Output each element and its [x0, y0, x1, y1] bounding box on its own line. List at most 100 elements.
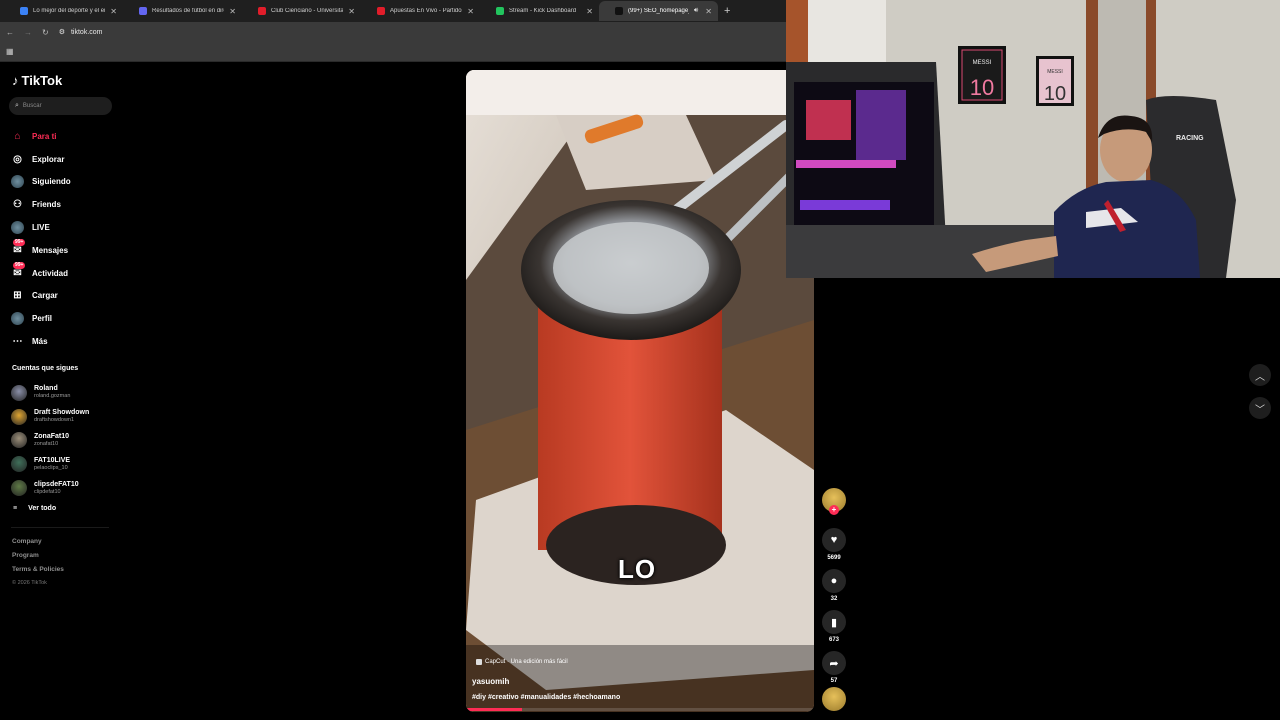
music-disc-avatar[interactable] [822, 687, 846, 711]
sidebar-item-label: Siguiendo [32, 177, 71, 187]
video-progress-fill [466, 708, 522, 711]
home-icon: ⌂ [14, 130, 21, 142]
close-tab-icon[interactable]: ✕ [229, 7, 236, 16]
footer-link-company[interactable]: Company [12, 538, 64, 552]
sidebar-item-cargar[interactable]: ⊞ Cargar [11, 285, 71, 308]
footer-link-terms[interactable]: Terms & Policies [12, 566, 64, 580]
avatar [11, 408, 27, 425]
account-handle: roland.gozman [34, 393, 71, 400]
forward-icon[interactable]: → [24, 28, 32, 37]
compass-icon: ◎ [13, 153, 22, 165]
creator-avatar[interactable]: + [822, 488, 846, 515]
tab-favicon-icon [20, 7, 28, 15]
sidebar-item-perfil[interactable]: Perfil [11, 307, 71, 330]
avatar [11, 384, 27, 401]
url-field[interactable]: ⚙ tiktok.com [59, 28, 103, 37]
account-handle: draftshowdown1 [34, 417, 75, 424]
jersey-2-name: MESSI [1047, 69, 1063, 75]
close-tab-icon[interactable]: ✕ [467, 7, 474, 16]
video-author[interactable]: yasuomih [472, 677, 509, 686]
browser-tab[interactable]: Lo mejor del deporte y el entret ✕ [4, 1, 123, 21]
sidebar-item-mensajes[interactable]: ✉ 99+ Mensajes [11, 238, 71, 262]
following-account[interactable]: clipsdeFAT10 clipdefat10 [11, 476, 89, 500]
sidebar-item-friends[interactable]: ⚇ Friends [11, 193, 71, 216]
footer-link-program[interactable]: Program [12, 552, 64, 566]
tab-favicon-icon [139, 7, 147, 15]
capcut-label[interactable]: CapCut · Una edición más fácil [476, 659, 568, 665]
notification-badge: 99+ [13, 261, 26, 269]
share-button[interactable]: ➦ [822, 651, 846, 675]
upload-icon: ⊞ [13, 290, 22, 302]
browser-tab[interactable]: Stream - Kick Dashboard ✕ [480, 1, 599, 21]
sidebar-item-label: Cargar [32, 291, 58, 301]
reload-icon[interactable]: ↻ [42, 28, 49, 37]
caption-overlay-text: LO [618, 554, 657, 584]
browser-tab[interactable]: Club Cienciano - Universitario de ✕ [242, 1, 361, 21]
account-name: clipsdeFAT10 [34, 480, 79, 488]
speaker-icon[interactable]: 🔊︎ [694, 7, 698, 15]
browser-tab[interactable]: Apuestas En Vivo - Partidos de ✕ [361, 1, 480, 21]
close-tab-icon[interactable]: ✕ [705, 7, 712, 16]
sidebar-item-siguiendo[interactable]: Siguiendo [11, 171, 71, 194]
browser-tab[interactable]: (99+) SEO_homepage_title 🔊︎ ✕ [599, 1, 718, 21]
following-account[interactable]: ZonaFat10 zonafat10 [11, 429, 89, 453]
account-handle: pelaoclips_10 [34, 464, 68, 471]
notification-badge: 99+ [13, 238, 26, 246]
new-tab-icon[interactable]: + [724, 5, 730, 17]
jersey-1-name: MESSI [973, 60, 992, 66]
account-handle: zonafat10 [34, 440, 59, 447]
next-video-button[interactable]: ﹀ [1249, 397, 1271, 419]
following-avatar-icon [11, 175, 24, 189]
list-icon: ≡ [13, 505, 18, 512]
jersey-2-number: 10 [1044, 83, 1066, 105]
see-all-button[interactable]: ≡ Ver todo [13, 505, 56, 512]
like-button[interactable]: ♥ [822, 528, 846, 552]
main-nav: ⌂ Para ti ◎ Explorar Siguiendo ⚇ Friends LIVE ✉ 9… [11, 125, 71, 353]
tab-title: Club Cienciano - Universitario de [271, 8, 344, 14]
sidebar-item-label: Actividad [32, 268, 69, 278]
avatar [11, 480, 27, 497]
close-tab-icon[interactable]: ✕ [586, 7, 593, 16]
comment-button[interactable]: ● [822, 569, 846, 593]
back-icon[interactable]: ← [6, 28, 14, 37]
save-count: 673 [828, 637, 839, 643]
previous-video-button[interactable]: ︿ [1249, 364, 1271, 386]
like-count: 5699 [827, 555, 841, 561]
footer-links: Company Program Terms & Policies © 2026 … [12, 538, 64, 594]
close-tab-icon[interactable]: ✕ [348, 7, 355, 16]
tab-favicon-icon [615, 7, 623, 15]
sidebar-item-actividad[interactable]: ✉ 99+ Actividad [11, 261, 71, 285]
tab-title: (99+) SEO_homepage_title [628, 8, 689, 14]
video-player[interactable]: LO CapCut · Una edición más fácil yasuom… [466, 70, 814, 712]
following-account[interactable]: Roland roland.gozman [11, 381, 89, 405]
follow-plus-icon[interactable]: + [829, 505, 839, 515]
video-frame [466, 70, 814, 712]
video-hashtags[interactable]: #diy #creativo #manualidades #hechoamano [472, 694, 620, 701]
close-tab-icon[interactable]: ✕ [110, 7, 117, 16]
sidebar-item-explorar[interactable]: ◎ Explorar [11, 148, 71, 171]
sidebar-item-label: Para ti [32, 131, 57, 141]
tab-title: Lo mejor del deporte y el entret [33, 8, 105, 14]
action-rail: + ♥ 5699 ● 32 ▮ 673 ➦ 57 [820, 488, 848, 711]
search-input[interactable]: ⌕ Buscar [9, 97, 112, 115]
video-progress-bar[interactable] [466, 708, 814, 711]
sidebar-item-label: Más [32, 337, 48, 347]
save-button[interactable]: ▮ [822, 610, 846, 634]
site-info-icon[interactable]: ⚙ [59, 28, 65, 36]
chevron-down-icon: ﹀ [1255, 404, 1265, 416]
apps-grid-icon[interactable]: ▦ [6, 47, 14, 56]
tiktok-logo[interactable]: ♪ TikTok [12, 73, 62, 88]
sidebar-item-live[interactable]: LIVE [11, 216, 71, 239]
webcam-overlay: MESSI 10 MESSI 10 RACING [786, 0, 1280, 278]
sidebar-item-m-s[interactable]: ⋯ Más [11, 330, 71, 353]
following-account[interactable]: Draft Showdown draftshowdown1 [11, 405, 89, 429]
tab-favicon-icon [258, 7, 266, 15]
browser-tab[interactable]: Resultados de fútbol en directo ✕ [123, 1, 242, 21]
sidebar-item-label: Friends [32, 200, 61, 210]
account-name: Roland [34, 385, 58, 393]
following-list: Roland roland.gozman Draft Showdown draftsh… [11, 381, 89, 500]
tab-title: Stream - Kick Dashboard [509, 8, 577, 14]
following-account[interactable]: FAT10LIVE pelaoclips_10 [11, 452, 89, 476]
sidebar-item-para-ti[interactable]: ⌂ Para ti [11, 125, 71, 148]
tab-favicon-icon [496, 7, 504, 15]
